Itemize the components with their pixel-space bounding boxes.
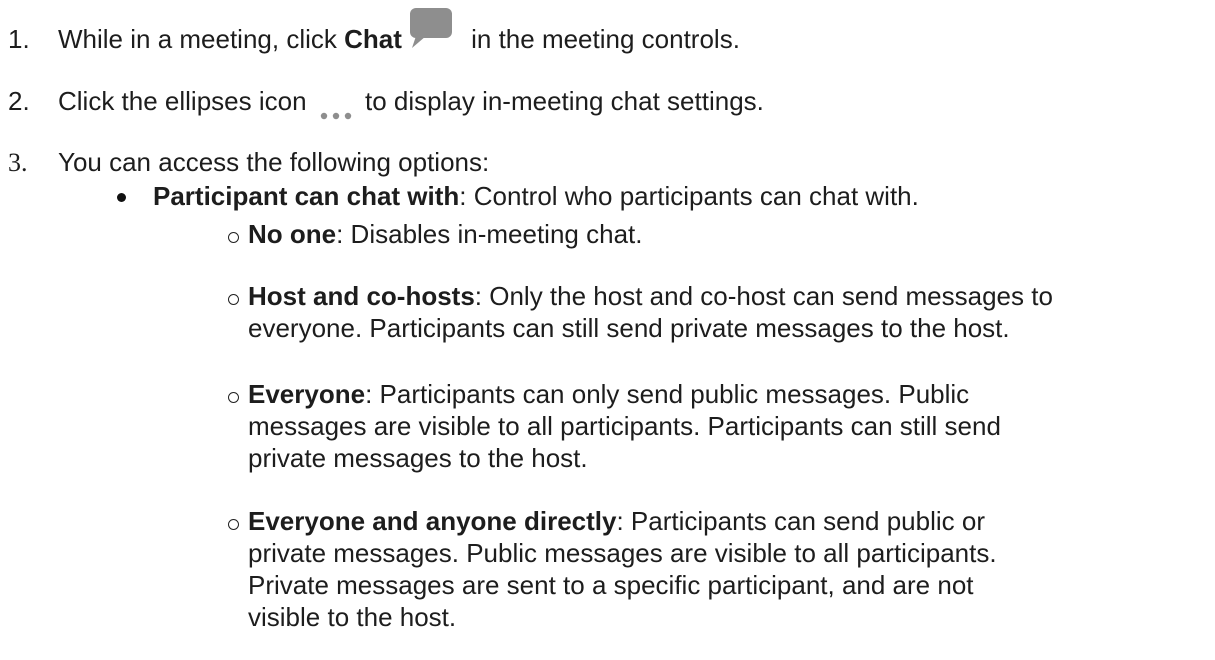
step-number: 3.	[8, 148, 28, 177]
chat-bubble-icon	[406, 8, 456, 54]
bullet-term: Participant can chat with	[153, 181, 460, 211]
circle-bullet-icon	[228, 392, 239, 403]
option-term: Host and co-hosts	[248, 281, 475, 311]
bullet-desc: : Control who participants can chat with…	[459, 181, 919, 211]
option-line: : Participants can only send public mess…	[365, 379, 970, 409]
chat-label: Chat	[344, 24, 402, 54]
option-line: visible to the host.	[248, 602, 457, 632]
step-text: Click the ellipses icon	[58, 86, 314, 116]
step-text-end: in the meeting controls.	[463, 24, 740, 54]
option-line: Private messages are sent to a specific …	[248, 570, 974, 600]
step-number: 2.	[8, 86, 30, 116]
step-2: 2. Click the ellipses icon to display in-…	[8, 85, 764, 120]
circle-bullet-icon	[228, 294, 239, 305]
option-text: Everyone: Participants can only send pub…	[248, 378, 1128, 474]
option-text: Everyone and anyone directly: Participan…	[248, 505, 1128, 633]
option-line: private messages to the host.	[248, 443, 588, 473]
option-term: Everyone	[248, 379, 366, 409]
step-text: You can access the following options:	[58, 147, 490, 177]
option-line: : Only the host and co-host can send mes…	[474, 281, 1053, 311]
bullet-dot-icon	[117, 193, 126, 202]
step-number: 1.	[8, 24, 30, 54]
option-text: Host and co-hosts: Only the host and co-…	[248, 280, 1128, 344]
step-text: While in a meeting, click	[58, 24, 345, 54]
step-1: 1. While in a meeting, click Chat in the …	[8, 8, 740, 55]
step-3: 3. You can access the following options:	[8, 146, 489, 179]
option-term: No one	[248, 219, 337, 249]
option-text: No one: Disables in-meeting chat.	[248, 218, 1128, 250]
option-line: : Participants can send public or	[616, 506, 986, 536]
circle-bullet-icon	[228, 232, 239, 243]
ellipses-icon	[318, 97, 354, 120]
circle-bullet-icon	[228, 519, 239, 530]
option-line: everyone. Participants can still send pr…	[248, 313, 1010, 343]
document: 1. While in a meeting, click Chat in the …	[0, 0, 1215, 660]
option-line: : Disables in-meeting chat.	[336, 219, 643, 249]
option-term: Everyone and anyone directly	[248, 506, 617, 536]
option-line: private messages. Public messages are vi…	[248, 538, 997, 568]
bullet-text: Participant can chat with: Control who p…	[153, 180, 919, 212]
option-line: messages are visible to all participants…	[248, 411, 1001, 441]
step-text-end: to display in-meeting chat settings.	[357, 86, 764, 116]
